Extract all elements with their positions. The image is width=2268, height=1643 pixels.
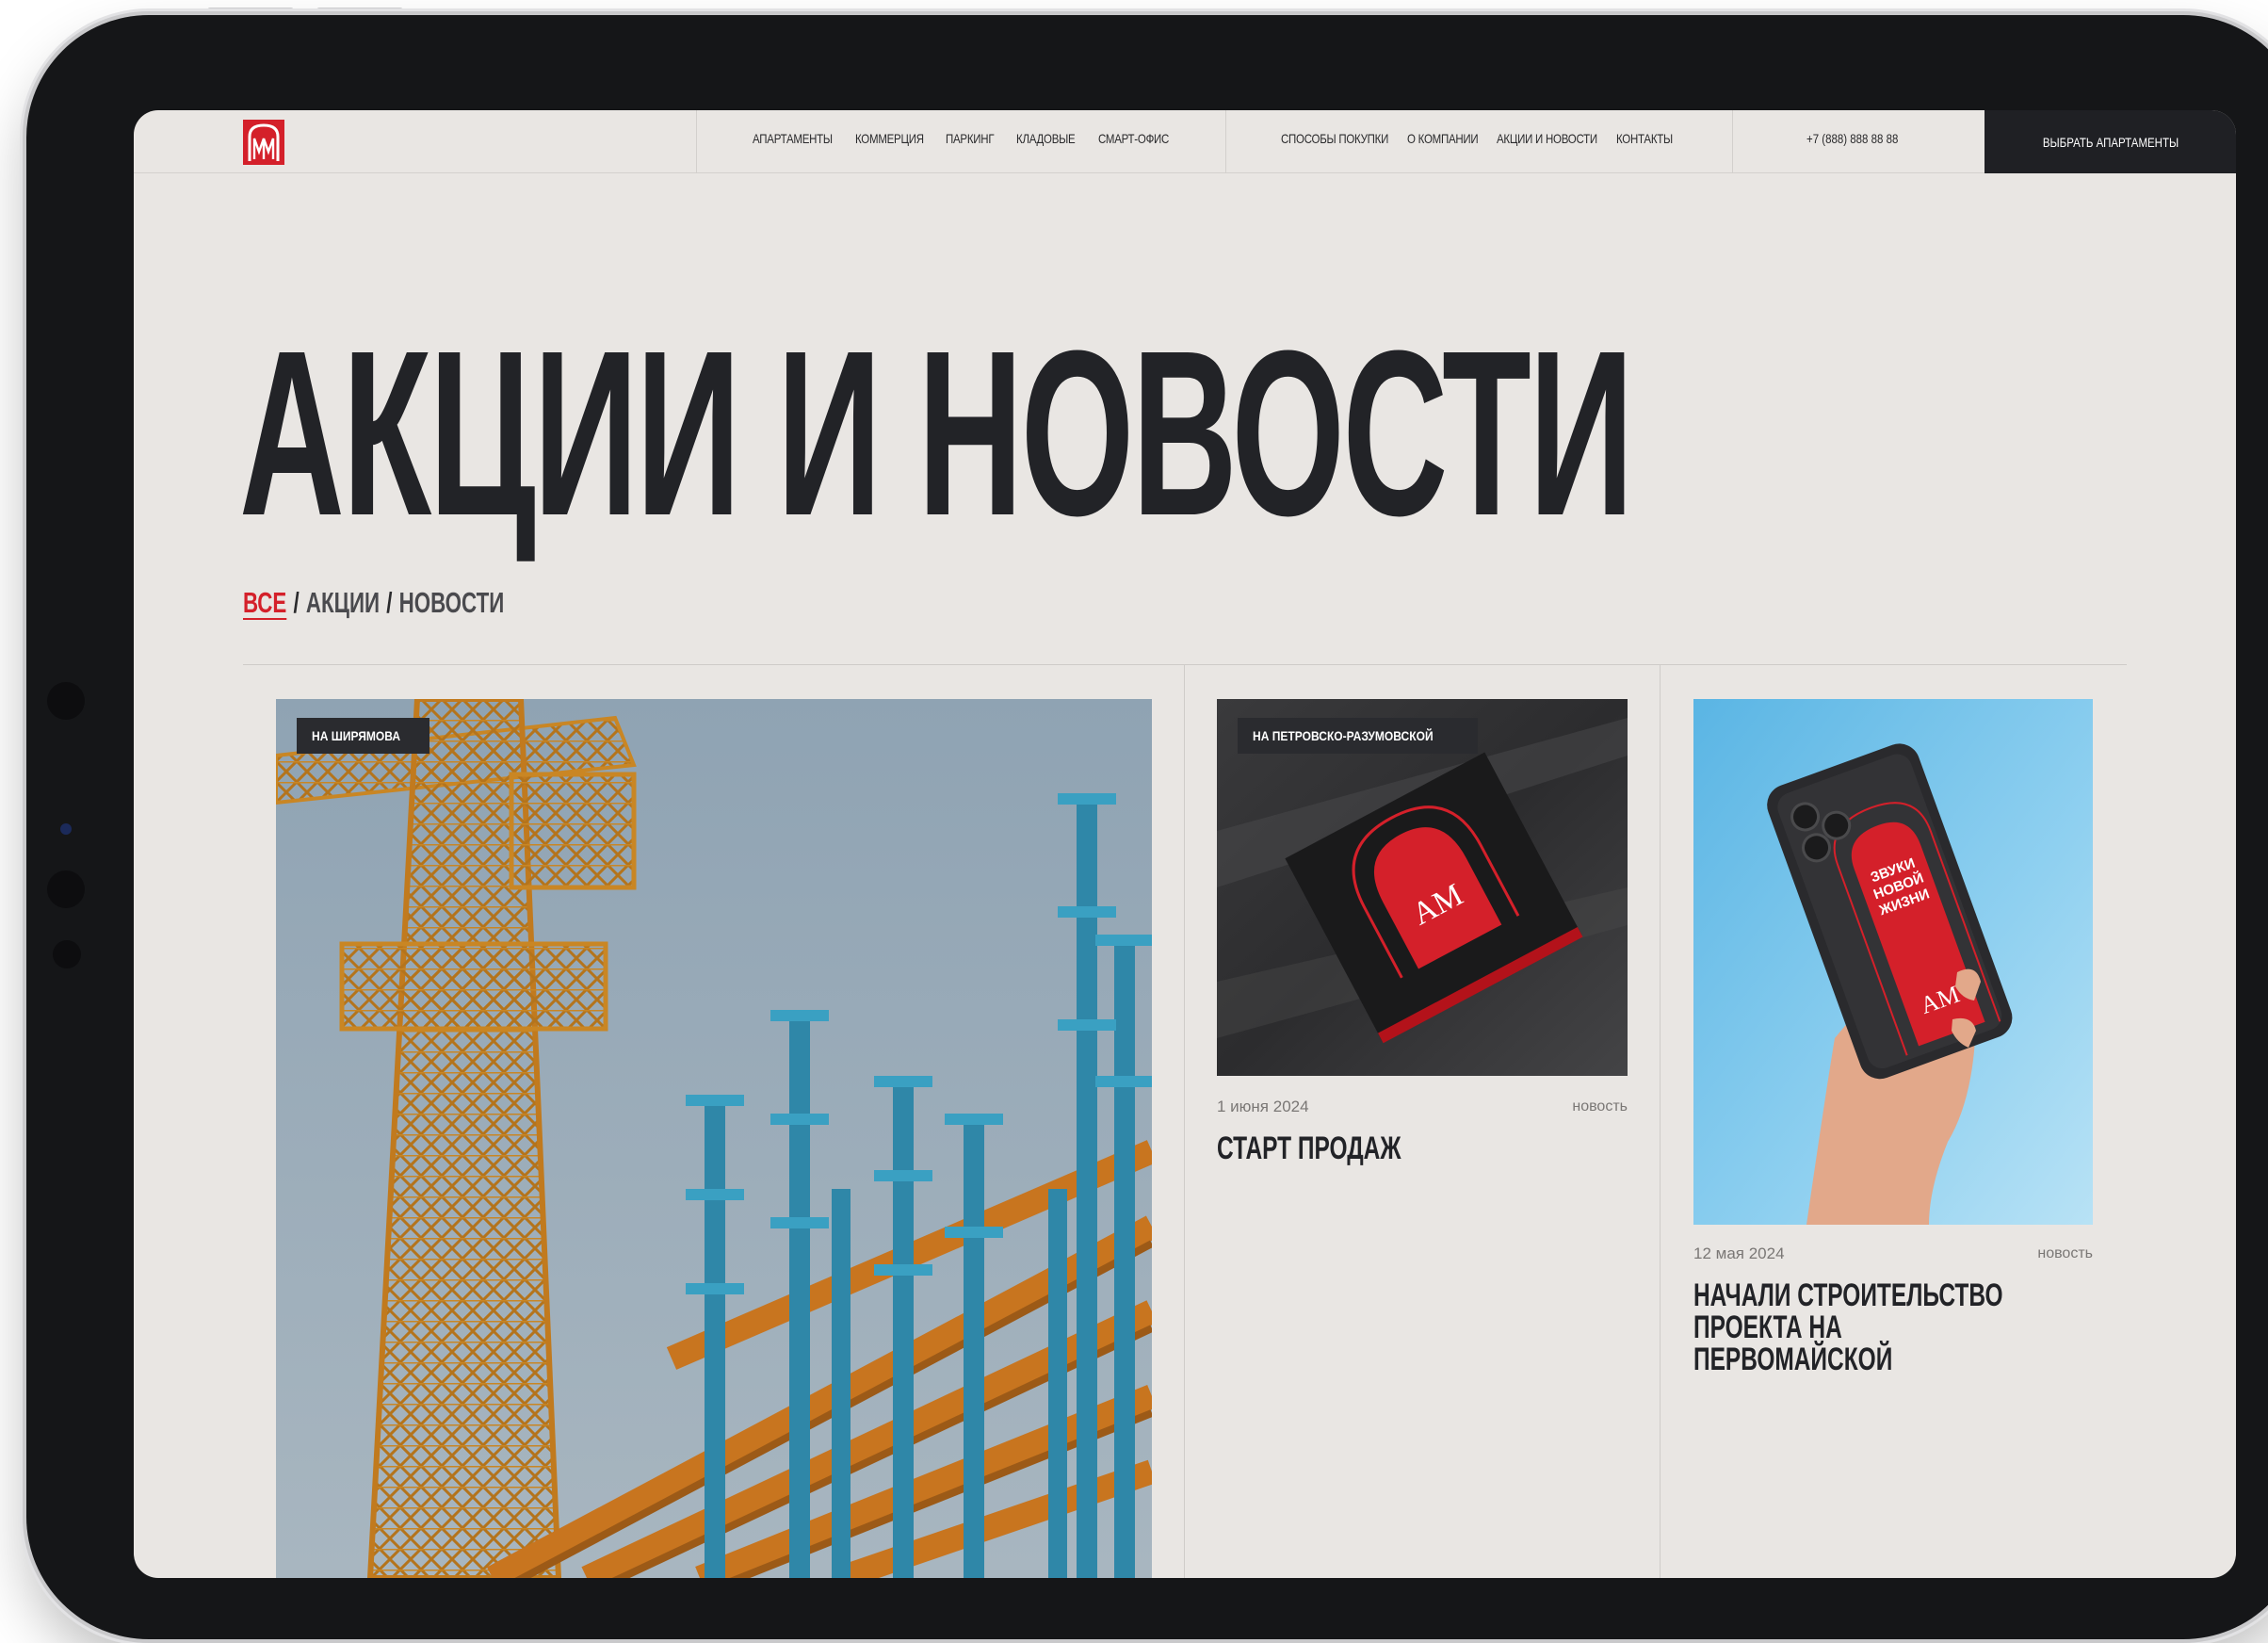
page-title: АКЦИИ И НОВОСТИ [239,301,1634,564]
nav-link-commercial[interactable]: КОММЕРЦИЯ [855,131,924,146]
card-type: новость [2037,1245,2093,1261]
card-date: 12 мая 2024 [1693,1244,1785,1262]
filter-separator: / [293,586,300,619]
filter-news[interactable]: НОВОСТИ [399,586,505,620]
card-title[interactable]: СТАРТ ПРОДАЖ [1217,1132,1651,1164]
card-type: новость [1572,1098,1628,1114]
nav-link-smart-office[interactable]: СМАРТ-ОФИС [1098,131,1169,146]
card-location-tag: НА ПЕТРОВСКО-РАЗУМОВСКОЙ [1238,718,1478,754]
nav-divider [1732,110,1733,173]
card-location-tag-text: НА ПЕТРОВСКО-РАЗУМОВСКОЙ [1253,728,1434,743]
camera-sensor [47,682,85,720]
nav-link-storage[interactable]: КЛАДОВЫЕ [1016,131,1076,146]
news-card-image[interactable]: ЗВУКИ НОВОЙ ЖИЗНИ AM [1693,699,2093,1225]
nav-link-promotions-news[interactable]: АКЦИИ И НОВОСТИ [1497,131,1597,146]
tablet-frame: АПАРТАМЕНТЫ КОММЕРЦИЯ ПАРКИНГ КЛАДОВЫЕ С… [26,15,2268,1639]
column-divider [1184,664,1185,1578]
construction-crane-photo [276,699,1152,1578]
logo-icon[interactable] [243,120,284,165]
phone-case-photo: ЗВУКИ НОВОЙ ЖИЗНИ AM [1693,699,2093,1225]
card-location-tag-text: НА ШИРЯМОВА [312,728,401,743]
card-date: 1 июня 2024 [1217,1098,1309,1115]
filter-all[interactable]: ВСЕ [243,586,286,620]
news-card-image[interactable]: НА ШИРЯМОВА [276,699,1152,1578]
nav-link-purchase-methods[interactable]: СПОСОБЫ ПОКУПКИ [1281,131,1388,146]
device-top-button [316,8,403,13]
news-card-image[interactable]: AM НА ПЕТРОВСКО-РАЗУМОВСКОЙ [1217,699,1628,1076]
camera-sensor [53,940,81,968]
screen: АПАРТАМЕНТЫ КОММЕРЦИЯ ПАРКИНГ КЛАДОВЫЕ С… [134,110,2236,1578]
camera-sensor [47,870,85,908]
card-title[interactable]: НАЧАЛИ СТРОИТЕЛЬСТВО ПРОЕКТА НА ПЕРВОМАЙ… [1693,1279,2019,1375]
nav-link-apartments[interactable]: АПАРТАМЕНТЫ [753,131,833,146]
nav-link-parking[interactable]: ПАРКИНГ [946,131,995,146]
divider-line [243,664,2127,665]
choose-apartments-label: ВЫБРАТЬ АПАРТАМЕНТЫ [2042,134,2179,150]
nav-phone[interactable]: +7 (888) 888 88 88 [1806,131,1898,146]
card-location-tag: НА ШИРЯМОВА [297,718,430,754]
filter-separator: / [386,586,393,619]
top-navigation: АПАРТАМЕНТЫ КОММЕРЦИЯ ПАРКИНГ КЛАДОВЫЕ С… [134,110,2236,173]
camera-lens [60,823,72,835]
choose-apartments-button[interactable]: ВЫБРАТЬ АПАРТАМЕНТЫ [1984,110,2236,173]
filter-tabs: ВСЕ / АКЦИИ / НОВОСТИ [243,586,504,624]
nav-divider [1225,110,1226,173]
nav-link-about[interactable]: О КОМПАНИИ [1407,131,1479,146]
booklet-photo: AM [1217,699,1628,1076]
filter-promotions[interactable]: АКЦИИ [306,586,380,620]
device-top-button [207,8,294,13]
nav-link-contacts[interactable]: КОНТАКТЫ [1616,131,1673,146]
nav-divider [696,110,697,173]
